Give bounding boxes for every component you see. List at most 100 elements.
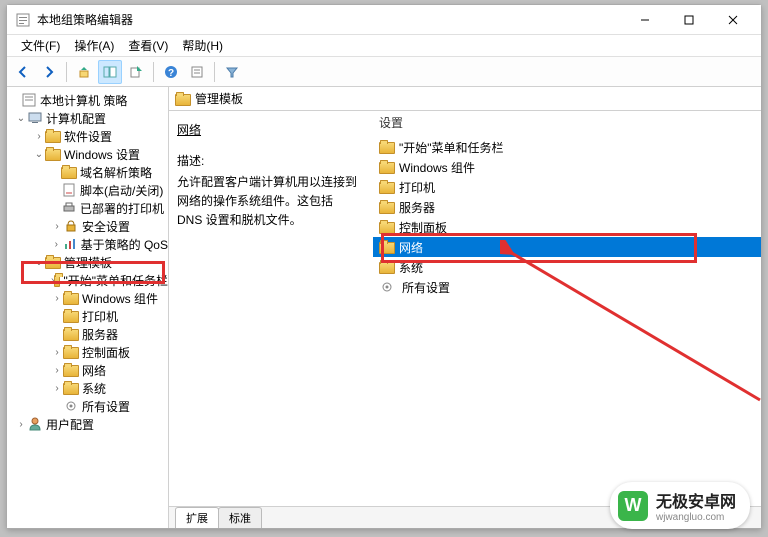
menu-help[interactable]: 帮助(H) <box>176 35 229 56</box>
list-label: Windows 组件 <box>399 159 475 176</box>
export-button[interactable] <box>124 60 148 84</box>
watermark-url: wjwangluo.com <box>656 512 736 523</box>
tree-network[interactable]: ›网络 <box>7 361 168 379</box>
tree-label: 安全设置 <box>82 218 130 235</box>
folder-icon <box>379 242 395 254</box>
chevron-down-icon[interactable]: ⌄ <box>15 113 27 124</box>
policy-icon <box>21 92 37 108</box>
content-pane: 管理模板 网络 描述: 允许配置客户端计算机用以连接到网络的操作系统组件。这包括… <box>169 87 761 528</box>
list-pane[interactable]: 设置 "开始"菜单和任务栏 Windows 组件 打印机 服务器 控制面板 网络… <box>373 111 761 506</box>
folder-icon <box>63 293 79 305</box>
chevron-down-icon[interactable]: ⌄ <box>33 257 45 268</box>
tree-user-config[interactable]: › 用户配置 <box>7 415 168 433</box>
minimize-button[interactable] <box>623 6 667 34</box>
tree-control-panel[interactable]: › 控制面板 <box>7 343 168 361</box>
chevron-right-icon[interactable]: › <box>51 365 63 376</box>
toolbar-sep <box>153 62 154 82</box>
tree-computer-config[interactable]: ⌄ 计算机配置 <box>7 109 168 127</box>
list-item-printers[interactable]: 打印机 <box>373 177 761 197</box>
tree-qos[interactable]: › 基于策略的 QoS <box>7 235 168 253</box>
list-label: 所有设置 <box>402 279 450 296</box>
list-item-start-menu[interactable]: "开始"菜单和任务栏 <box>373 137 761 157</box>
printer-icon <box>61 200 77 216</box>
filter-button[interactable] <box>220 60 244 84</box>
list-item-windows-components[interactable]: Windows 组件 <box>373 157 761 177</box>
tree-label: 用户配置 <box>46 416 94 433</box>
folder-icon <box>45 257 61 269</box>
properties-button[interactable] <box>185 60 209 84</box>
chevron-right-icon[interactable]: › <box>51 239 62 250</box>
tree-label: 控制面板 <box>82 344 130 361</box>
list-item-system[interactable]: 系统 <box>373 257 761 277</box>
chevron-right-icon[interactable]: › <box>33 131 45 142</box>
folder-icon <box>63 347 79 359</box>
list-item-network[interactable]: 网络 <box>373 237 761 257</box>
app-window: 本地组策略编辑器 文件(F) 操作(A) 查看(V) 帮助(H) ? <box>6 4 762 529</box>
svg-text:?: ? <box>168 68 174 79</box>
menu-action[interactable]: 操作(A) <box>68 35 120 56</box>
tree-printers[interactable]: 打印机 <box>7 307 168 325</box>
description-text: 允许配置客户端计算机用以连接到网络的操作系统组件。这包括 DNS 设置和脱机文件… <box>177 173 357 231</box>
list-label: "开始"菜单和任务栏 <box>399 139 504 156</box>
tree-scripts[interactable]: 脚本(启动/关闭) <box>7 181 168 199</box>
tree-label: 域名解析策略 <box>80 164 152 181</box>
folder-icon <box>379 202 395 214</box>
description-label: 描述: <box>177 152 357 169</box>
titlebar[interactable]: 本地组策略编辑器 <box>7 5 761 35</box>
maximize-button[interactable] <box>667 6 711 34</box>
menu-view[interactable]: 查看(V) <box>122 35 174 56</box>
settings-icon <box>63 398 79 414</box>
close-button[interactable] <box>711 6 755 34</box>
toolbar: ? <box>7 57 761 87</box>
settings-icon <box>379 279 395 295</box>
tree-deployed-printers[interactable]: 已部署的打印机 <box>7 199 168 217</box>
tab-standard[interactable]: 标准 <box>218 507 262 528</box>
tree-label: 已部署的打印机 <box>80 200 164 217</box>
show-tree-button[interactable] <box>98 60 122 84</box>
tree-windows-components[interactable]: › Windows 组件 <box>7 289 168 307</box>
folder-icon <box>63 383 79 395</box>
list-item-control-panel[interactable]: 控制面板 <box>373 217 761 237</box>
tree-label: 基于策略的 QoS <box>81 236 168 253</box>
list-item-server[interactable]: 服务器 <box>373 197 761 217</box>
tree-dns-policy[interactable]: 域名解析策略 <box>7 163 168 181</box>
window-title: 本地组策略编辑器 <box>37 11 623 28</box>
tree-all-settings[interactable]: 所有设置 <box>7 397 168 415</box>
folder-icon <box>379 182 395 194</box>
path-label: 管理模板 <box>195 90 243 107</box>
forward-button[interactable] <box>37 60 61 84</box>
chevron-right-icon[interactable]: › <box>51 293 63 304</box>
tree-root[interactable]: 本地计算机 策略 <box>7 91 168 109</box>
help-button[interactable]: ? <box>159 60 183 84</box>
tree-label: Windows 组件 <box>82 290 158 307</box>
chevron-right-icon[interactable]: › <box>51 347 63 358</box>
menu-file[interactable]: 文件(F) <box>15 35 66 56</box>
body: 本地计算机 策略 ⌄ 计算机配置 › 软件设置 ⌄ Windows 设置 域名解… <box>7 87 761 528</box>
tree-windows-settings[interactable]: ⌄ Windows 设置 <box>7 145 168 163</box>
chevron-right-icon[interactable]: › <box>15 419 27 430</box>
column-header-settings[interactable]: 设置 <box>373 111 409 134</box>
folder-icon <box>61 167 77 179</box>
tree-server[interactable]: 服务器 <box>7 325 168 343</box>
tab-extended[interactable]: 扩展 <box>175 507 219 528</box>
tree-label: 系统 <box>82 380 106 397</box>
tree-start-menu[interactable]: ›"开始"菜单和任务栏 <box>7 271 168 289</box>
tree-label: 本地计算机 策略 <box>40 92 127 109</box>
chevron-right-icon[interactable]: › <box>51 221 63 232</box>
chevron-down-icon[interactable]: ⌄ <box>33 149 45 160</box>
description-pane: 网络 描述: 允许配置客户端计算机用以连接到网络的操作系统组件。这包括 DNS … <box>169 111 369 506</box>
back-button[interactable] <box>11 60 35 84</box>
up-button[interactable] <box>72 60 96 84</box>
tree-pane[interactable]: 本地计算机 策略 ⌄ 计算机配置 › 软件设置 ⌄ Windows 设置 域名解… <box>7 87 169 528</box>
list-item-all-settings[interactable]: 所有设置 <box>373 277 761 297</box>
tree-label: "开始"菜单和任务栏 <box>63 272 168 289</box>
tree-system[interactable]: › 系统 <box>7 379 168 397</box>
folder-icon <box>45 131 61 143</box>
tree-security-settings[interactable]: › 安全设置 <box>7 217 168 235</box>
tree-software-settings[interactable]: › 软件设置 <box>7 127 168 145</box>
chevron-right-icon[interactable]: › <box>51 383 63 394</box>
list-label: 服务器 <box>399 199 435 216</box>
folder-icon <box>379 222 395 234</box>
tree-label: 打印机 <box>82 308 118 325</box>
tree-admin-templates[interactable]: ⌄ 管理模板 <box>7 253 168 271</box>
